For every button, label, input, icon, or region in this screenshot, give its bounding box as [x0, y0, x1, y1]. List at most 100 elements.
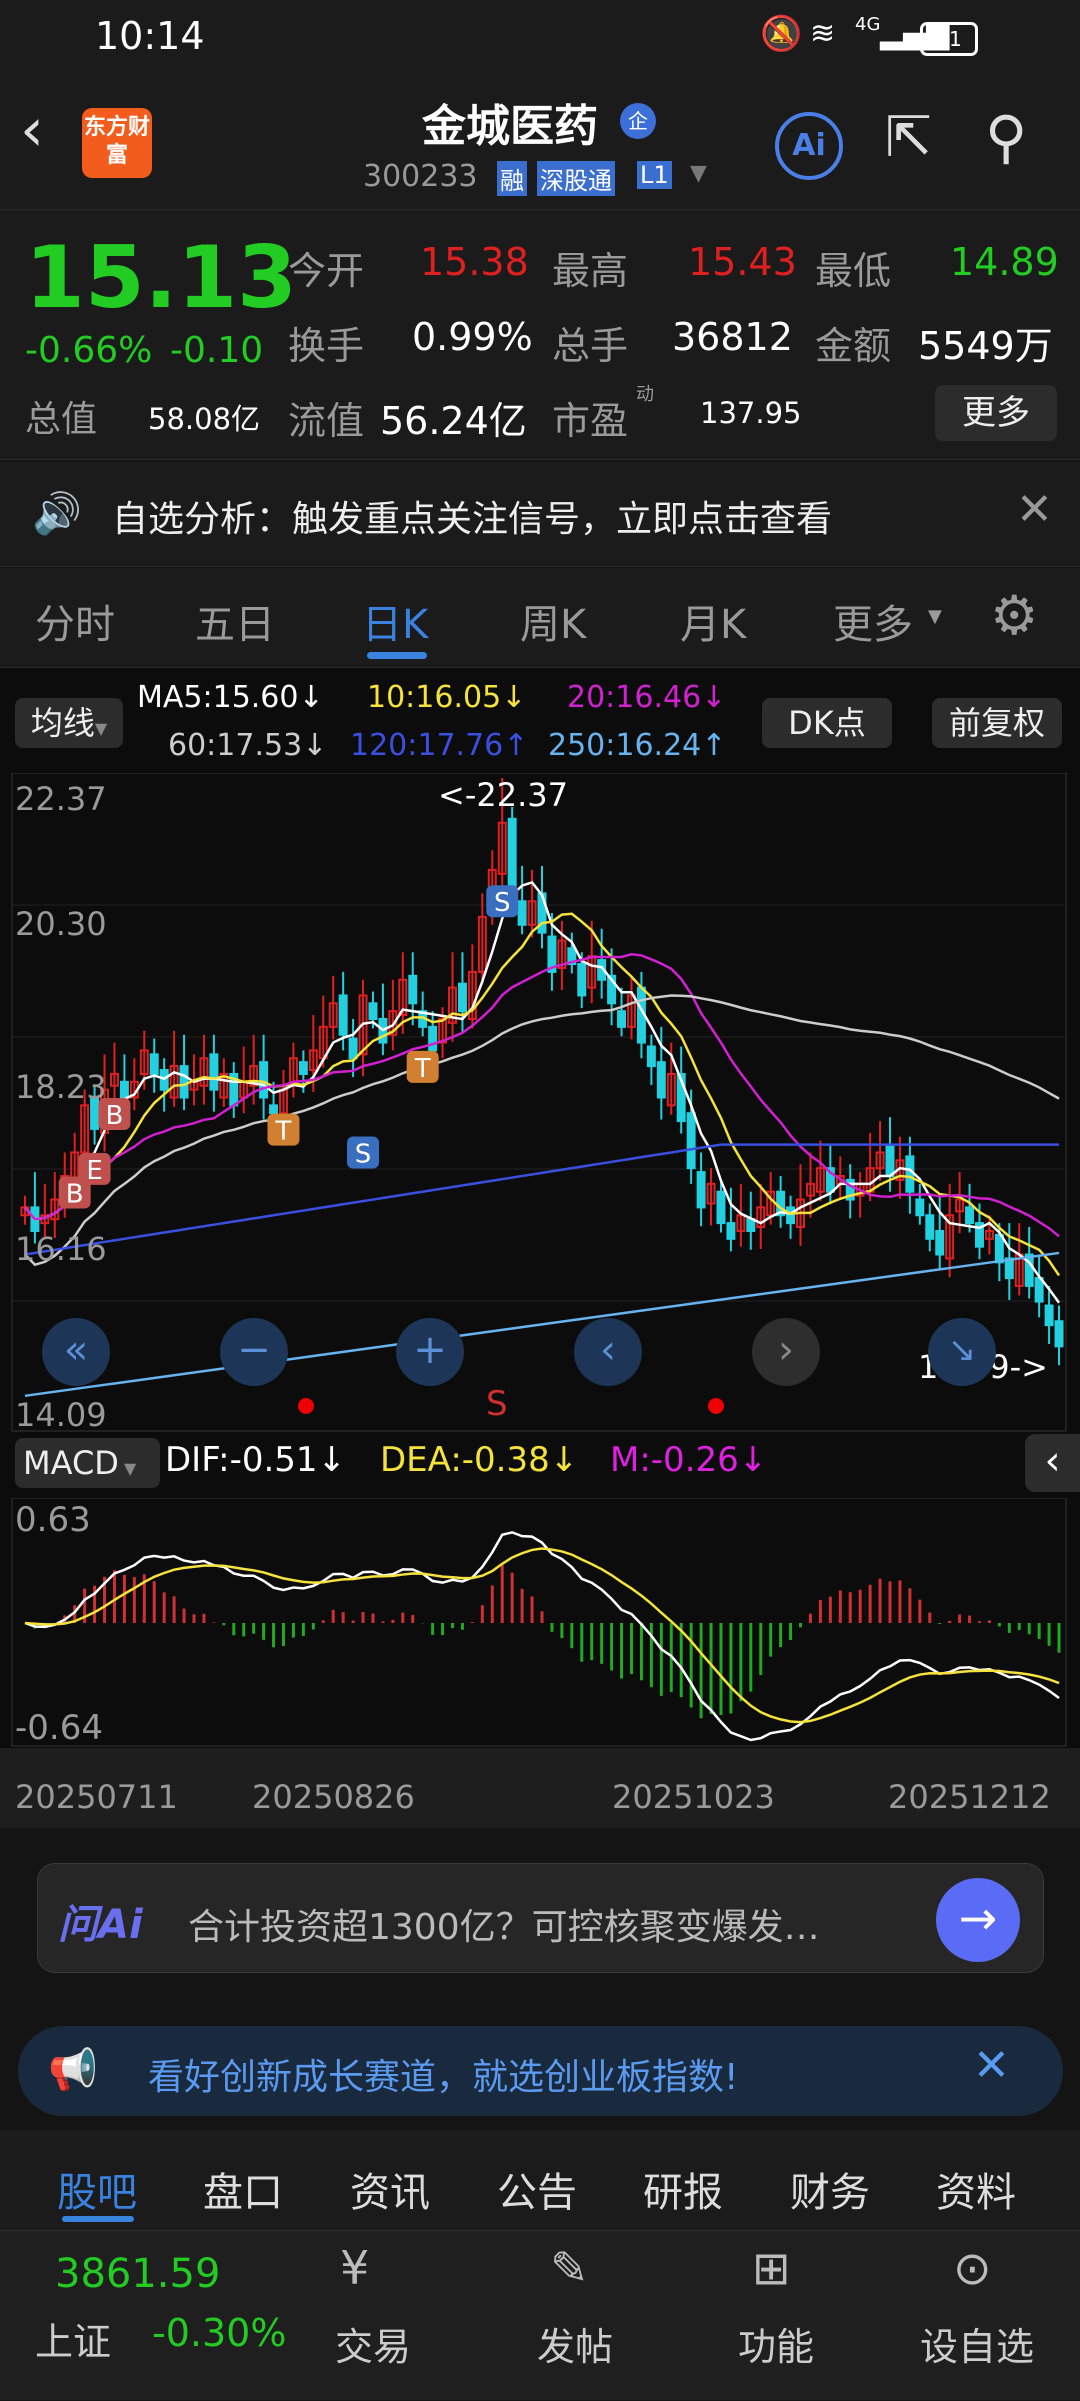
scroll-left-button[interactable]: ‹	[574, 1318, 642, 1386]
notice-text[interactable]: 自选分析：触发重点关注信号，立即点击查看	[112, 490, 832, 542]
candle-body	[1044, 1304, 1054, 1327]
ma-selector-label: 均线	[30, 704, 95, 742]
adjust-button[interactable]: 前复权	[932, 698, 1062, 748]
signal-marker-label: S	[494, 888, 511, 918]
more-circle-icon[interactable]: ⊙	[953, 2241, 992, 2295]
y-tick: 14.09	[15, 1396, 107, 1434]
zoom-out-button[interactable]: −	[220, 1318, 288, 1386]
share-icon[interactable]: ⇱	[885, 105, 932, 170]
zoom-in-button[interactable]: +	[396, 1318, 464, 1386]
sell-signal-label: S	[486, 1384, 508, 1424]
gear-icon[interactable]: ⚙	[990, 584, 1038, 647]
candle-body	[408, 974, 418, 1005]
tab-announcements[interactable]: 公告	[497, 2160, 577, 2218]
low-label: 最低	[815, 249, 892, 293]
volume-value: 36812	[672, 315, 793, 359]
macd-ymin: -0.64	[15, 1708, 103, 1748]
candlestick-chart[interactable]: BEB T S T S	[0, 773, 1080, 1433]
grid-icon[interactable]: ⊞	[752, 2241, 791, 2295]
candle-body	[646, 1045, 656, 1068]
ad-banner[interactable]: 📢 看好创新成长赛道，就选创业板指数! ✕	[18, 2026, 1063, 2116]
network-label: 4G	[855, 14, 881, 35]
pe-label: 市盈	[552, 399, 629, 443]
add-watchlist-button[interactable]: 设自选	[920, 2316, 1034, 2371]
signal-dot	[298, 1398, 314, 1414]
function-button[interactable]: 功能	[738, 2316, 814, 2371]
tab-forum[interactable]: 股吧	[57, 2160, 137, 2218]
amount-label: 金额	[815, 324, 892, 368]
tag-margin: 融	[497, 161, 527, 196]
chevron-down-icon[interactable]: ▼	[690, 161, 707, 186]
pe-dynamic-label: 动	[636, 384, 654, 405]
tab-intraday[interactable]: 分时	[35, 592, 115, 650]
date-tick: 20251023	[612, 1778, 775, 1816]
candle-body	[925, 1214, 935, 1240]
kline-area: 均线▼ MA5:15.60↓ 10:16.05↓ 20:16.46↓ 60:17…	[0, 668, 1080, 1828]
candle-body	[696, 1171, 706, 1209]
plot-frame	[11, 1498, 1067, 1747]
search-icon[interactable]: ⚲	[985, 103, 1027, 171]
tab-research[interactable]: 研报	[643, 2160, 723, 2218]
candle-body	[656, 1061, 666, 1099]
y-tick: 22.37	[15, 780, 107, 818]
open-label: 今开	[288, 249, 365, 293]
tab-financials[interactable]: 财务	[790, 2160, 870, 2218]
signal-dot	[708, 1398, 724, 1414]
scroll-end-button[interactable]: ↘	[928, 1318, 996, 1386]
candle-body	[348, 1037, 358, 1060]
indicator-selector[interactable]: MACD ▼	[15, 1438, 160, 1488]
tab-daily-k[interactable]: 日K	[362, 592, 428, 650]
ai-question-bar[interactable]: 问Ai 合计投资超1300亿？可控核聚变爆发… →	[37, 1863, 1044, 1973]
ma10-value: 10:16.05↓	[367, 680, 527, 715]
more-button[interactable]: 更多	[935, 385, 1057, 441]
close-icon[interactable]: ✕	[1016, 484, 1053, 535]
low-value: 14.89	[950, 240, 1059, 284]
dif-value: DIF:-0.51↓	[165, 1440, 347, 1480]
ai-question-text[interactable]: 合计投资超1300亿？可控核聚变爆发…	[188, 1898, 820, 1950]
trade-icon[interactable]: ¥	[340, 2241, 369, 2295]
tab-monthly-k[interactable]: 月K	[680, 592, 746, 650]
tab-five-day[interactable]: 五日	[195, 592, 275, 650]
notice-bar[interactable]: 🔊 自选分析：触发重点关注信号，立即点击查看 ✕	[0, 462, 1080, 567]
candle-body	[119, 1080, 129, 1099]
tab-news[interactable]: 资讯	[350, 2160, 430, 2218]
open-value: 15.38	[420, 240, 529, 284]
ma-selector[interactable]: 均线▼	[15, 698, 123, 748]
tab-order-book[interactable]: 盘口	[203, 2160, 283, 2218]
market-cap-label: 总值	[25, 399, 98, 440]
arrow-right-icon[interactable]: →	[936, 1878, 1020, 1962]
tab-profile[interactable]: 资料	[936, 2160, 1016, 2218]
index-name: 上证	[35, 2320, 112, 2364]
battery-icon: 81	[920, 22, 978, 56]
scroll-right-button[interactable]: ›	[752, 1318, 820, 1386]
candle-body	[686, 1112, 696, 1170]
candle-body	[617, 1010, 627, 1028]
post-button[interactable]: 发帖	[537, 2316, 613, 2371]
date-tick: 20251212	[888, 1778, 1051, 1816]
candle-body	[915, 1198, 925, 1217]
date-axis[interactable]: 20250711 20250826 20251023 20251212	[0, 1748, 1080, 1828]
caret-down-icon: ▼	[928, 606, 942, 627]
bottom-tabs: 股吧 盘口 资讯 公告 研报 财务 资料	[0, 2130, 1080, 2230]
candle-body	[338, 994, 348, 1036]
y-tick: 18.23	[15, 1068, 107, 1106]
close-icon[interactable]: ✕	[973, 2040, 1010, 2091]
scroll-start-button[interactable]: «	[42, 1318, 110, 1386]
back-button[interactable]: ‹	[20, 95, 44, 165]
date-tick: 20250711	[15, 1778, 178, 1816]
tab-indicator	[62, 2216, 134, 2222]
collapse-panel-button[interactable]: ‹	[1025, 1434, 1080, 1492]
tab-more[interactable]: 更多	[833, 592, 913, 650]
stock-code: 300233	[363, 159, 478, 194]
candle-body	[428, 1025, 438, 1052]
turnover-value: 0.99%	[412, 315, 533, 359]
candle-body	[935, 1229, 945, 1256]
dk-point-button[interactable]: DK点	[762, 698, 892, 748]
ai-button[interactable]: Ai	[775, 112, 843, 180]
trade-button[interactable]: 交易	[335, 2316, 411, 2371]
ad-text[interactable]: 看好创新成长赛道，就选创业板指数!	[148, 2048, 738, 2100]
post-icon[interactable]: ✎	[550, 2241, 589, 2295]
index-ticker[interactable]: 3861.59 上证 -0.30%	[0, 2231, 290, 2401]
ai-logo: 问Ai	[58, 1902, 143, 1948]
tab-weekly-k[interactable]: 周K	[520, 592, 586, 650]
